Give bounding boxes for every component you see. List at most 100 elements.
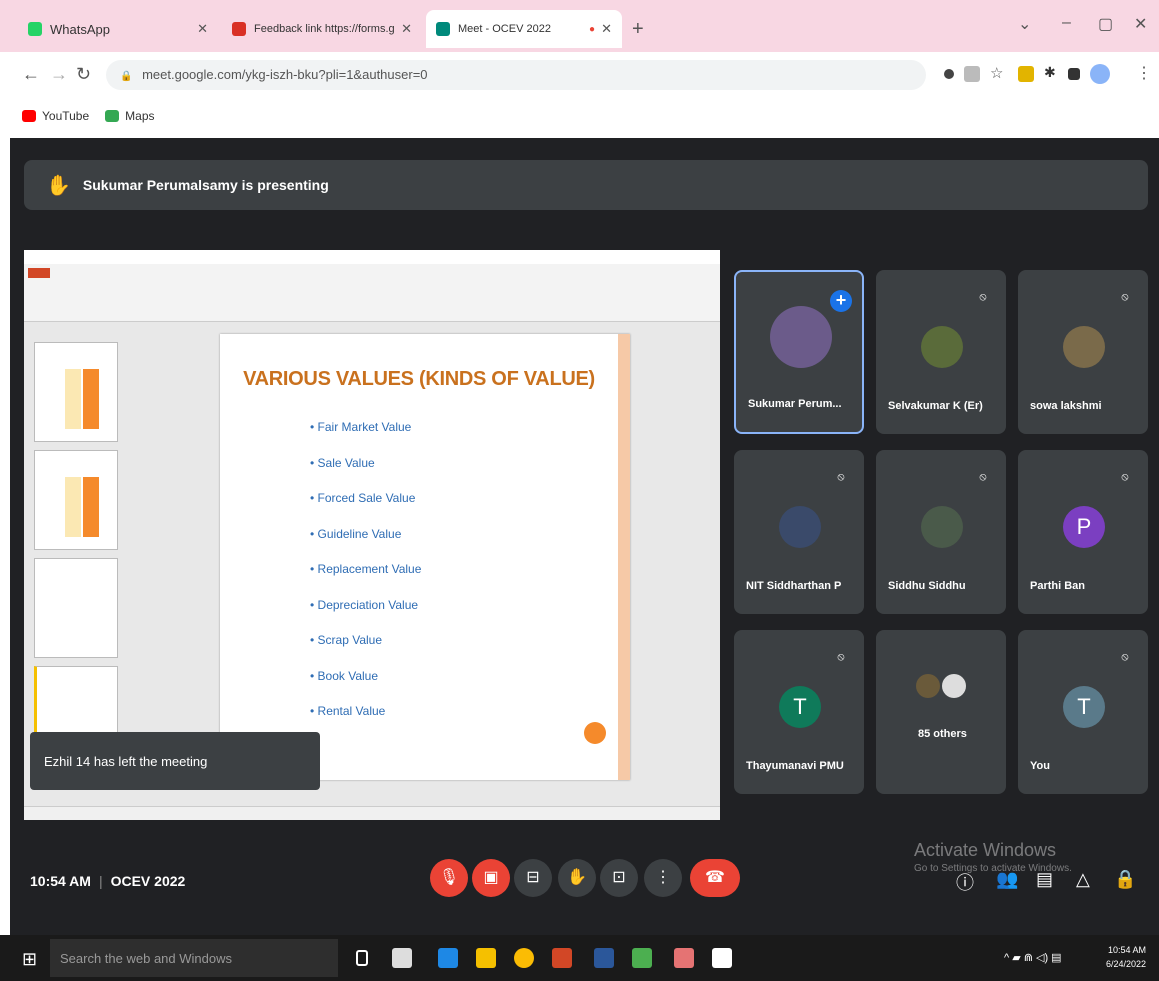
new-tab-button[interactable]: + xyxy=(632,18,644,41)
bookmark-youtube[interactable]: YouTube xyxy=(22,109,89,123)
maximize-button[interactable]: ▢ xyxy=(1098,14,1113,34)
powerpoint-icon[interactable] xyxy=(552,948,572,968)
tab-whatsapp[interactable]: WhatsApp ✕ xyxy=(18,10,218,48)
avatar xyxy=(942,674,966,698)
meeting-info: 10:54 AM | OCEV 2022 xyxy=(30,873,186,889)
captions-button[interactable]: ⊟ xyxy=(514,859,552,897)
participant-tile-self[interactable]: ⦸ T You xyxy=(1018,630,1148,794)
participant-name: Parthi Ban xyxy=(1030,580,1086,592)
participant-tile[interactable]: ⦸ T Thayumanavi PMU xyxy=(734,630,864,794)
extension-icon[interactable] xyxy=(1018,66,1034,82)
bookmark-label: Maps xyxy=(125,109,155,123)
chrome-icon[interactable] xyxy=(514,948,534,968)
reload-icon[interactable]: ↻ xyxy=(76,64,91,85)
store-icon[interactable] xyxy=(392,948,412,968)
address-bar[interactable]: 🔒 meet.google.com/ykg-iszh-bku?pli=1&aut… xyxy=(106,60,926,90)
participant-name: NIT Siddharthan P xyxy=(746,580,842,592)
mic-muted-icon: ⦸ xyxy=(837,651,845,663)
maps-icon xyxy=(105,110,120,122)
others-tile[interactable]: 85 others xyxy=(876,630,1006,794)
extensions-puzzle-icon[interactable]: ✱ xyxy=(1044,64,1060,80)
close-tab-icon[interactable]: ✕ xyxy=(601,21,612,37)
file-explorer-icon[interactable] xyxy=(476,948,496,968)
mic-muted-icon: ⦸ xyxy=(1121,291,1129,303)
close-tab-icon[interactable]: ✕ xyxy=(401,21,412,37)
close-tab-icon[interactable]: ✕ xyxy=(197,21,208,37)
slide-bullet: • Rental Value xyxy=(310,704,386,718)
others-count: 85 others xyxy=(918,728,967,740)
system-tray-icons[interactable]: ^ ▰ ⋒ ◁) ▤ xyxy=(1004,951,1062,964)
pin-icon[interactable]: + xyxy=(830,290,852,312)
slide-bullet: • Sale Value xyxy=(310,455,375,470)
bookmark-star-icon[interactable]: ☆ xyxy=(990,64,1006,82)
mic-muted-icon: ⦸ xyxy=(1121,651,1129,663)
share-icon[interactable] xyxy=(964,66,980,82)
chat-icon[interactable]: ▤ xyxy=(1036,869,1053,890)
tab-feedback[interactable]: Feedback link https://forms.gle ✕ xyxy=(222,10,422,48)
powerpoint-ribbon xyxy=(24,264,720,322)
back-arrow-icon[interactable]: ← xyxy=(22,64,40,85)
slide-accent-bar xyxy=(618,334,630,780)
photos-icon[interactable] xyxy=(712,948,732,968)
activities-icon[interactable]: △ xyxy=(1076,869,1090,890)
more-options-button[interactable]: ⋮ xyxy=(644,859,682,897)
slide-bullet: • Scrap Value xyxy=(310,633,383,647)
slide-bullet: • Fair Market Value xyxy=(310,420,412,434)
slide-bullet: • Book Value xyxy=(310,668,379,683)
mic-muted-icon: ⦸ xyxy=(1121,471,1129,483)
taskbar-search[interactable]: Search the web and Windows xyxy=(50,939,338,977)
raise-hand-button[interactable]: ✋ xyxy=(558,859,596,897)
camera-indicator-icon[interactable] xyxy=(944,69,954,79)
profile-avatar[interactable] xyxy=(1090,64,1110,84)
meeting-time: 10:54 AM xyxy=(30,873,91,889)
forward-arrow-icon[interactable]: → xyxy=(50,64,68,85)
participant-tile[interactable]: ⦸ Selvakumar K (Er) xyxy=(876,270,1006,434)
tab-label: Meet - OCEV 2022 xyxy=(458,23,551,35)
present-screen-button[interactable]: ⊡ xyxy=(600,859,638,897)
pdf-icon[interactable] xyxy=(674,948,694,968)
lock-icon: 🔒 xyxy=(120,71,133,82)
windows-taskbar: ⊞ Search the web and Windows ^ ▰ ⋒ ◁) ▤ … xyxy=(0,935,1159,981)
meet-icon xyxy=(436,22,450,36)
side-panel-icon[interactable] xyxy=(1068,68,1080,80)
participant-tile[interactable]: + Sukumar Perum... xyxy=(734,270,864,434)
close-window-button[interactable]: ✕ xyxy=(1134,14,1147,34)
mic-muted-icon: ⦸ xyxy=(837,471,845,483)
participant-tile[interactable]: ⦸ P Parthi Ban xyxy=(1018,450,1148,614)
participant-name: sowa lakshmi xyxy=(1030,400,1102,412)
host-controls-icon[interactable]: 🔒 xyxy=(1114,869,1136,890)
edge-icon[interactable] xyxy=(438,948,458,968)
meeting-details-icon[interactable]: ⓘ xyxy=(956,869,974,895)
camera-toggle-button[interactable]: ▣ xyxy=(472,859,510,897)
avatar-initial: T xyxy=(1063,686,1105,728)
bookmark-maps[interactable]: Maps xyxy=(105,109,155,123)
bookmark-label: YouTube xyxy=(42,109,90,123)
participant-name: Selvakumar K (Er) xyxy=(888,400,983,412)
participant-tile[interactable]: ⦸ sowa lakshmi xyxy=(1018,270,1148,434)
youtube-icon xyxy=(22,110,36,122)
windows-start-icon[interactable]: ⊞ xyxy=(22,949,37,970)
avatar-initial: P xyxy=(1063,506,1105,548)
participant-tile[interactable]: ⦸ NIT Siddharthan P xyxy=(734,450,864,614)
file-tab xyxy=(28,268,50,278)
browser-toolbar: ← → ↻ 🔒 meet.google.com/ykg-iszh-bku?pli… xyxy=(0,52,1159,98)
watermark-title: Activate Windows xyxy=(914,840,1057,860)
microphone-toggle-button[interactable]: 🎙 xyxy=(430,859,468,897)
slide-thumbnail xyxy=(34,342,118,442)
tab-meet[interactable]: Meet - OCEV 2022 ● ✕ xyxy=(426,10,622,48)
participant-tile[interactable]: ⦸ Siddhu Siddhu xyxy=(876,450,1006,614)
participant-name: Thayumanavi PMU xyxy=(746,760,844,772)
avatar-initial: T xyxy=(779,686,821,728)
taskbar-clock[interactable]: 10:54 AM 6/24/2022 xyxy=(1106,943,1146,971)
leave-call-button[interactable]: ☎ xyxy=(690,859,740,897)
url-text: meet.google.com/ykg-iszh-bku?pli=1&authu… xyxy=(142,67,428,82)
chrome-profile-icon[interactable] xyxy=(632,948,652,968)
minimize-button[interactable]: – xyxy=(1062,14,1071,32)
current-slide: VARIOUS VALUES (KINDS OF VALUE) • Fair M… xyxy=(220,334,630,780)
more-menu-icon[interactable]: ⋮ xyxy=(1136,63,1152,82)
task-view-icon[interactable] xyxy=(356,950,368,966)
participant-name: Sukumar Perum... xyxy=(748,398,842,410)
tab-search-icon[interactable]: ⌄ xyxy=(1018,14,1031,34)
people-icon[interactable]: 👥 xyxy=(996,869,1018,890)
word-icon[interactable] xyxy=(594,948,614,968)
